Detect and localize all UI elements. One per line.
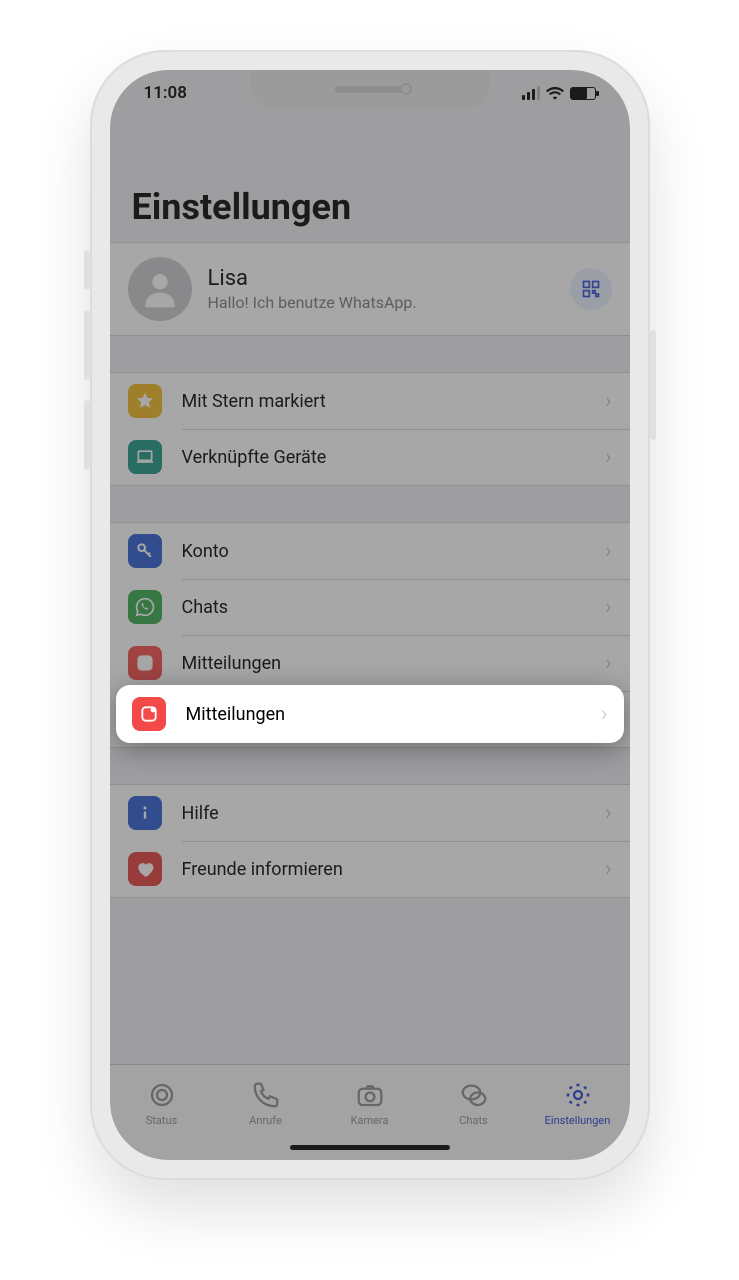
row-label: Verknüpfte Geräte bbox=[182, 447, 605, 468]
tab-chatsTab[interactable]: Chats bbox=[422, 1065, 526, 1142]
content: Einstellungen Lisa Hallo! Ich benutze Wh… bbox=[110, 116, 630, 1160]
chevron-right-icon: › bbox=[605, 595, 612, 620]
settings-row-chats[interactable]: Chats› bbox=[110, 579, 630, 635]
laptop-icon bbox=[128, 440, 162, 474]
phone-frame: 11:08 Einstellungen Lisa Hallo! Ich benu… bbox=[90, 50, 650, 1180]
row-label: Mitteilungen bbox=[182, 653, 605, 674]
power-button bbox=[650, 330, 656, 440]
battery-icon bbox=[570, 87, 596, 100]
profile-subtitle: Hallo! Ich benutze WhatsApp. bbox=[208, 293, 570, 312]
chevron-right-icon: › bbox=[605, 857, 612, 882]
row-label: Hilfe bbox=[182, 803, 605, 824]
notification-icon bbox=[132, 697, 166, 731]
row-label: Mitteilungen bbox=[186, 704, 601, 725]
row-label: Konto bbox=[182, 541, 605, 562]
cellular-icon bbox=[522, 86, 540, 100]
chevron-right-icon: › bbox=[605, 801, 612, 826]
settings-group: Hilfe›Freunde informieren› bbox=[110, 784, 630, 898]
heart-icon bbox=[128, 852, 162, 886]
profile-name: Lisa bbox=[208, 266, 570, 291]
qr-icon bbox=[581, 279, 601, 299]
tab-calls[interactable]: Anrufe bbox=[214, 1065, 318, 1142]
tab-settings[interactable]: Einstellungen bbox=[526, 1065, 630, 1142]
settings-row-help[interactable]: Hilfe› bbox=[110, 785, 630, 841]
profile-text: Lisa Hallo! Ich benutze WhatsApp. bbox=[208, 266, 570, 312]
row-label: Freunde informieren bbox=[182, 859, 605, 880]
tab-status[interactable]: Status bbox=[110, 1065, 214, 1142]
tab-label: Anrufe bbox=[249, 1114, 282, 1127]
row-label: Chats bbox=[182, 597, 605, 618]
status-time: 11:08 bbox=[144, 83, 187, 103]
notification-icon bbox=[128, 646, 162, 680]
settings-group: Mit Stern markiert›Verknüpfte Geräte› bbox=[110, 372, 630, 486]
qr-button[interactable] bbox=[570, 268, 612, 310]
star-icon bbox=[128, 384, 162, 418]
side-button bbox=[84, 250, 90, 290]
speaker bbox=[335, 86, 405, 93]
settings-row-linked[interactable]: Verknüpfte Geräte› bbox=[110, 429, 630, 485]
status-icons bbox=[522, 86, 596, 100]
settings-row-notifications-highlight[interactable]: Mitteilungen › bbox=[116, 685, 624, 743]
screen: 11:08 Einstellungen Lisa Hallo! Ich benu… bbox=[110, 70, 630, 1160]
chevron-right-icon: › bbox=[605, 539, 612, 564]
tab-label: Chats bbox=[459, 1114, 487, 1127]
settings-row-starred[interactable]: Mit Stern markiert› bbox=[110, 373, 630, 429]
settings-row-notifications[interactable]: Mitteilungen› bbox=[110, 635, 630, 691]
tab-camera[interactable]: Kamera bbox=[318, 1065, 422, 1142]
settings-row-tell[interactable]: Freunde informieren› bbox=[110, 841, 630, 897]
key-icon bbox=[128, 534, 162, 568]
tab-label: Einstellungen bbox=[545, 1114, 611, 1127]
home-indicator bbox=[290, 1145, 450, 1150]
chevron-right-icon: › bbox=[605, 389, 612, 414]
chevron-right-icon: › bbox=[601, 702, 608, 727]
row-label: Mit Stern markiert bbox=[182, 391, 605, 412]
notch bbox=[250, 70, 490, 108]
profile-group: Lisa Hallo! Ich benutze WhatsApp. bbox=[110, 242, 630, 336]
profile-row[interactable]: Lisa Hallo! Ich benutze WhatsApp. bbox=[110, 243, 630, 335]
whatsapp-icon bbox=[128, 590, 162, 624]
chevron-right-icon: › bbox=[605, 445, 612, 470]
tab-label: Kamera bbox=[351, 1114, 389, 1127]
chevron-right-icon: › bbox=[605, 651, 612, 676]
volume-up-button bbox=[84, 310, 90, 380]
info-icon bbox=[128, 796, 162, 830]
avatar bbox=[128, 257, 192, 321]
settings-row-account[interactable]: Konto› bbox=[110, 523, 630, 579]
tab-label: Status bbox=[146, 1114, 177, 1127]
front-camera bbox=[400, 83, 412, 95]
volume-down-button bbox=[84, 400, 90, 470]
page-title: Einstellungen bbox=[110, 186, 630, 242]
wifi-icon bbox=[546, 86, 564, 100]
